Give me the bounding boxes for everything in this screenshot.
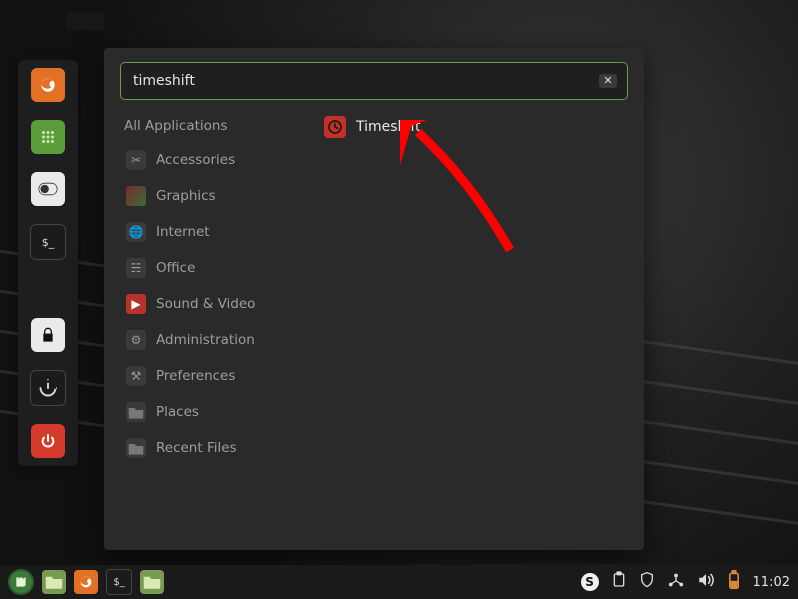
- category-recent-files[interactable]: Recent Files: [120, 432, 292, 464]
- dock: $_: [18, 60, 78, 466]
- panel-firefox-icon[interactable]: [74, 570, 98, 594]
- dock-lock-icon[interactable]: [31, 318, 65, 352]
- dock-toggle-icon[interactable]: [31, 172, 65, 206]
- category-preferences[interactable]: ⚒ Preferences: [120, 360, 292, 392]
- category-label: All Applications: [124, 118, 228, 134]
- category-places[interactable]: Places: [120, 396, 292, 428]
- dock-firefox-icon[interactable]: [31, 68, 65, 102]
- graphics-icon: [126, 186, 146, 206]
- administration-icon: ⚙: [126, 330, 146, 350]
- search-box[interactable]: ✕: [120, 62, 628, 100]
- tray-volume-icon[interactable]: [697, 572, 715, 592]
- category-administration[interactable]: ⚙ Administration: [120, 324, 292, 356]
- panel-right: S 11:02: [581, 570, 790, 594]
- category-label: Preferences: [156, 368, 235, 384]
- category-label: Administration: [156, 332, 255, 348]
- panel-left: $_: [8, 569, 164, 595]
- category-label: Internet: [156, 224, 210, 240]
- tray-shield-icon[interactable]: [639, 571, 655, 593]
- timeshift-icon: [324, 116, 346, 138]
- clear-search-icon[interactable]: ✕: [599, 74, 617, 88]
- panel-folder-icon[interactable]: [140, 570, 164, 594]
- category-accessories[interactable]: ✂ Accessories: [120, 144, 292, 176]
- application-menu: ✕ All Applications ✂ Accessories Graphic…: [104, 48, 644, 550]
- category-label: Graphics: [156, 188, 216, 204]
- dock-terminal-icon[interactable]: $_: [30, 224, 66, 260]
- tray-battery-icon[interactable]: [727, 570, 741, 594]
- tray-network-icon[interactable]: [667, 572, 685, 592]
- recent-icon: [126, 438, 146, 458]
- panel-terminal-icon[interactable]: $_: [106, 569, 132, 595]
- category-label: Sound & Video: [156, 296, 255, 312]
- tray-skype-icon[interactable]: S: [581, 573, 599, 591]
- category-office[interactable]: ☵ Office: [120, 252, 292, 284]
- start-menu-button[interactable]: [8, 569, 34, 595]
- category-label: Office: [156, 260, 195, 276]
- category-list: All Applications ✂ Accessories Graphics …: [120, 112, 292, 534]
- panel: $_ S 11:02: [0, 565, 798, 599]
- accessories-icon: ✂: [126, 150, 146, 170]
- preferences-icon: ⚒: [126, 366, 146, 386]
- dock-power-icon[interactable]: [31, 424, 65, 458]
- category-label: Places: [156, 404, 199, 420]
- places-icon: [126, 402, 146, 422]
- category-label: Accessories: [156, 152, 235, 168]
- category-internet[interactable]: 🌐 Internet: [120, 216, 292, 248]
- window-tab-hint: [66, 12, 104, 30]
- app-timeshift[interactable]: Timeshift: [318, 112, 427, 142]
- dock-apps-icon[interactable]: [31, 120, 65, 154]
- category-sound-video[interactable]: ▶ Sound & Video: [120, 288, 292, 320]
- search-input[interactable]: [131, 72, 599, 90]
- app-label: Timeshift: [356, 119, 421, 135]
- category-graphics[interactable]: Graphics: [120, 180, 292, 212]
- category-label: Recent Files: [156, 440, 237, 456]
- office-icon: ☵: [126, 258, 146, 278]
- category-all-applications[interactable]: All Applications: [120, 112, 292, 140]
- dock-logout-icon[interactable]: [30, 370, 66, 406]
- tray-clipboard-icon[interactable]: [611, 571, 627, 593]
- sound-video-icon: ▶: [126, 294, 146, 314]
- search-wrap: ✕: [104, 48, 644, 112]
- menu-body: All Applications ✂ Accessories Graphics …: [104, 112, 644, 550]
- app-results: Timeshift: [292, 112, 628, 534]
- internet-icon: 🌐: [126, 222, 146, 242]
- panel-clock[interactable]: 11:02: [753, 575, 790, 590]
- panel-files-icon[interactable]: [42, 570, 66, 594]
